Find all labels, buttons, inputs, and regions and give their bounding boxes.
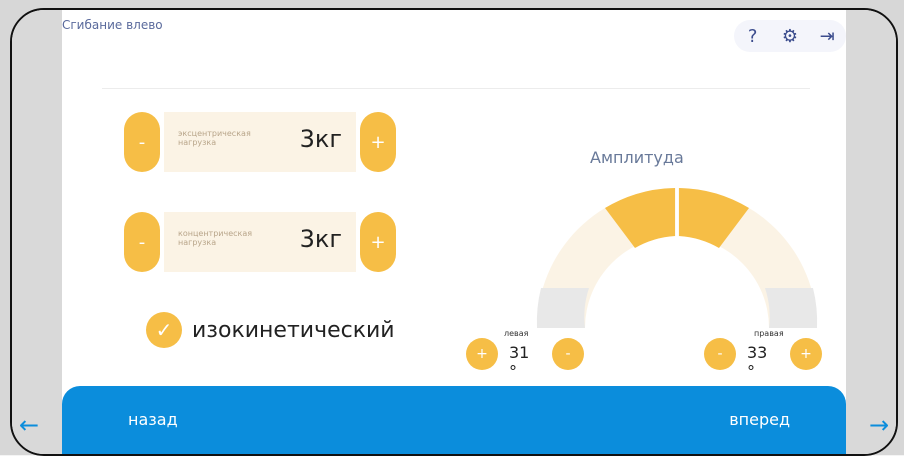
eccentric-load-control: - эксцентрическая нагрузка 3кг + <box>124 112 396 174</box>
device-frame: Сгибание влево ? ⚙ ⇥ - эксцентрическая н… <box>0 0 904 456</box>
check-icon[interactable]: ✓ <box>146 312 182 348</box>
screen: Сгибание влево ? ⚙ ⇥ - эксцентрическая н… <box>10 8 898 456</box>
concentric-value: 3кг <box>299 225 342 253</box>
isokinetic-label: изокинетический <box>192 317 395 343</box>
concentric-minus-button[interactable]: - <box>124 212 160 272</box>
left-angle-label: левая <box>504 329 529 338</box>
left-angle-value: 31 ° <box>509 343 530 381</box>
app-window: Сгибание влево ? ⚙ ⇥ - эксцентрическая н… <box>62 10 846 454</box>
isokinetic-option[interactable]: ✓ изокинетический <box>146 312 395 348</box>
eccentric-minus-button[interactable]: - <box>124 112 160 172</box>
logout-icon[interactable]: ⇥ <box>815 24 839 48</box>
left-bezel <box>12 10 62 454</box>
right-bezel <box>846 10 896 454</box>
left-plus-button[interactable]: + <box>466 338 498 370</box>
amplitude-arc <box>536 188 818 328</box>
page-title: Сгибание влево <box>62 18 163 32</box>
forward-button[interactable]: вперед <box>729 410 790 429</box>
concentric-load-control: - концентрическая нагрузка 3кг + <box>124 212 396 274</box>
eccentric-label: эксцентрическая нагрузка <box>178 129 251 147</box>
back-button[interactable]: назад <box>128 410 178 429</box>
eccentric-plus-button[interactable]: + <box>360 112 396 172</box>
concentric-plus-button[interactable]: + <box>360 212 396 272</box>
concentric-label: концентрическая нагрузка <box>178 229 253 247</box>
amplitude-title: Амплитуда <box>590 148 684 167</box>
bottom-navigation-bar: назад вперед <box>62 386 846 454</box>
divider <box>102 88 810 89</box>
right-angle-value: 33 ° <box>747 343 768 381</box>
gear-icon[interactable]: ⚙ <box>778 24 802 48</box>
arc-left-cap <box>536 288 589 328</box>
top-toolbar: ? ⚙ ⇥ <box>734 20 846 52</box>
help-icon[interactable]: ? <box>741 24 765 48</box>
concentric-panel: концентрическая нагрузка 3кг <box>164 212 356 272</box>
eccentric-value: 3кг <box>299 125 342 153</box>
eccentric-panel: эксцентрическая нагрузка 3кг <box>164 112 356 172</box>
left-arrow-icon[interactable]: ← <box>12 410 46 440</box>
right-minus-button[interactable]: - <box>704 338 736 370</box>
right-angle-label: правая <box>754 329 784 338</box>
left-minus-button[interactable]: - <box>552 338 584 370</box>
right-arrow-icon[interactable]: → <box>862 410 896 440</box>
right-plus-button[interactable]: + <box>790 338 822 370</box>
arc-right-cap <box>765 288 818 328</box>
